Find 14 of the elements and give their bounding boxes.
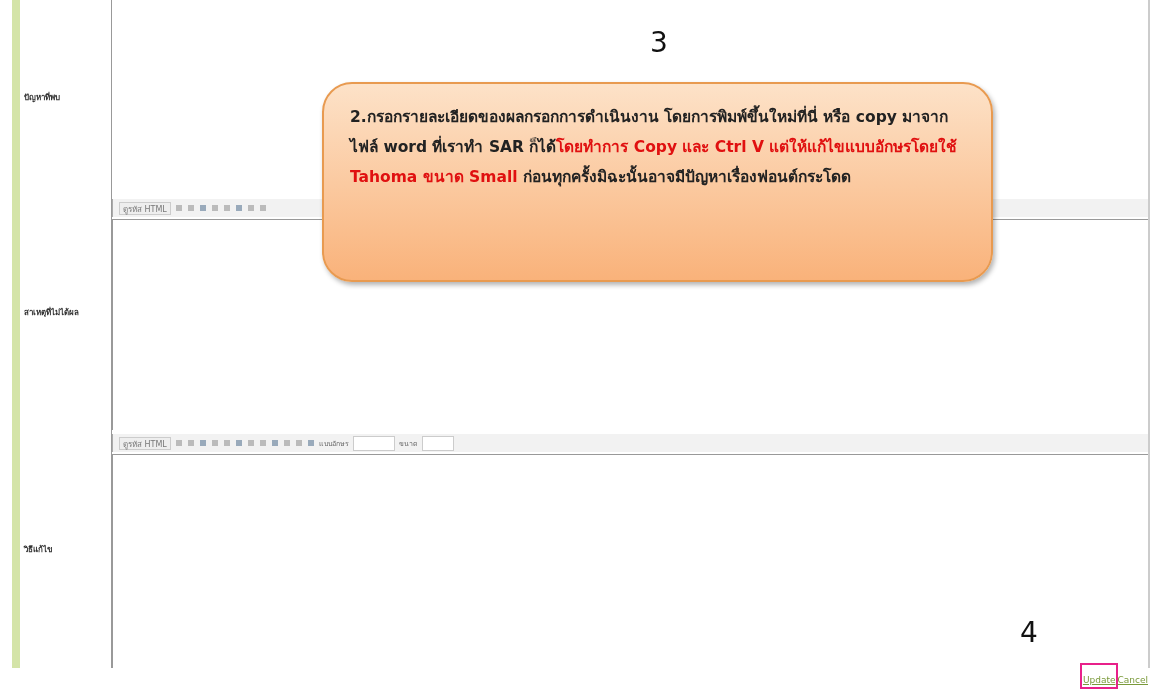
field-label: สาเหตุที่ไม่ได้ผล bbox=[24, 306, 79, 319]
cancel-link[interactable]: Cancel bbox=[1117, 674, 1148, 685]
highlight-frame bbox=[1080, 663, 1118, 689]
size-select[interactable] bbox=[421, 435, 454, 451]
html-button[interactable]: ดูรหัส HTML bbox=[119, 201, 171, 215]
font-select[interactable] bbox=[352, 435, 395, 451]
update-link[interactable]: Update bbox=[1082, 674, 1116, 685]
step-number: 3 bbox=[650, 26, 668, 59]
field-label: ปัญหาที่พบ bbox=[24, 91, 60, 104]
text-editor[interactable] bbox=[112, 454, 1148, 668]
callout-text: 2.กรอกรายละเอียดของผลกรอกการดำเนินงาน โดยการพิมพ์ขึ้นใหม่ที่นี่ หรือ copy มาจากไฟล์ word ที่เราทำ SAR ก็ได้โดยทำการ Copy และ Ctrl V แต่ให้แก้ไขแบบอักษรโดยใช้ Tahoma ขนาด Small ก่อนทุกครั้งมิฉะนั้นอาจมีปัญหาเรื่องฟอนต์กระโดด bbox=[350, 102, 965, 192]
field-label: วิธีแก้ไข bbox=[24, 543, 52, 556]
html-button[interactable]: ดูรหัส HTML bbox=[119, 436, 171, 450]
step-number: 4 bbox=[1020, 616, 1038, 649]
